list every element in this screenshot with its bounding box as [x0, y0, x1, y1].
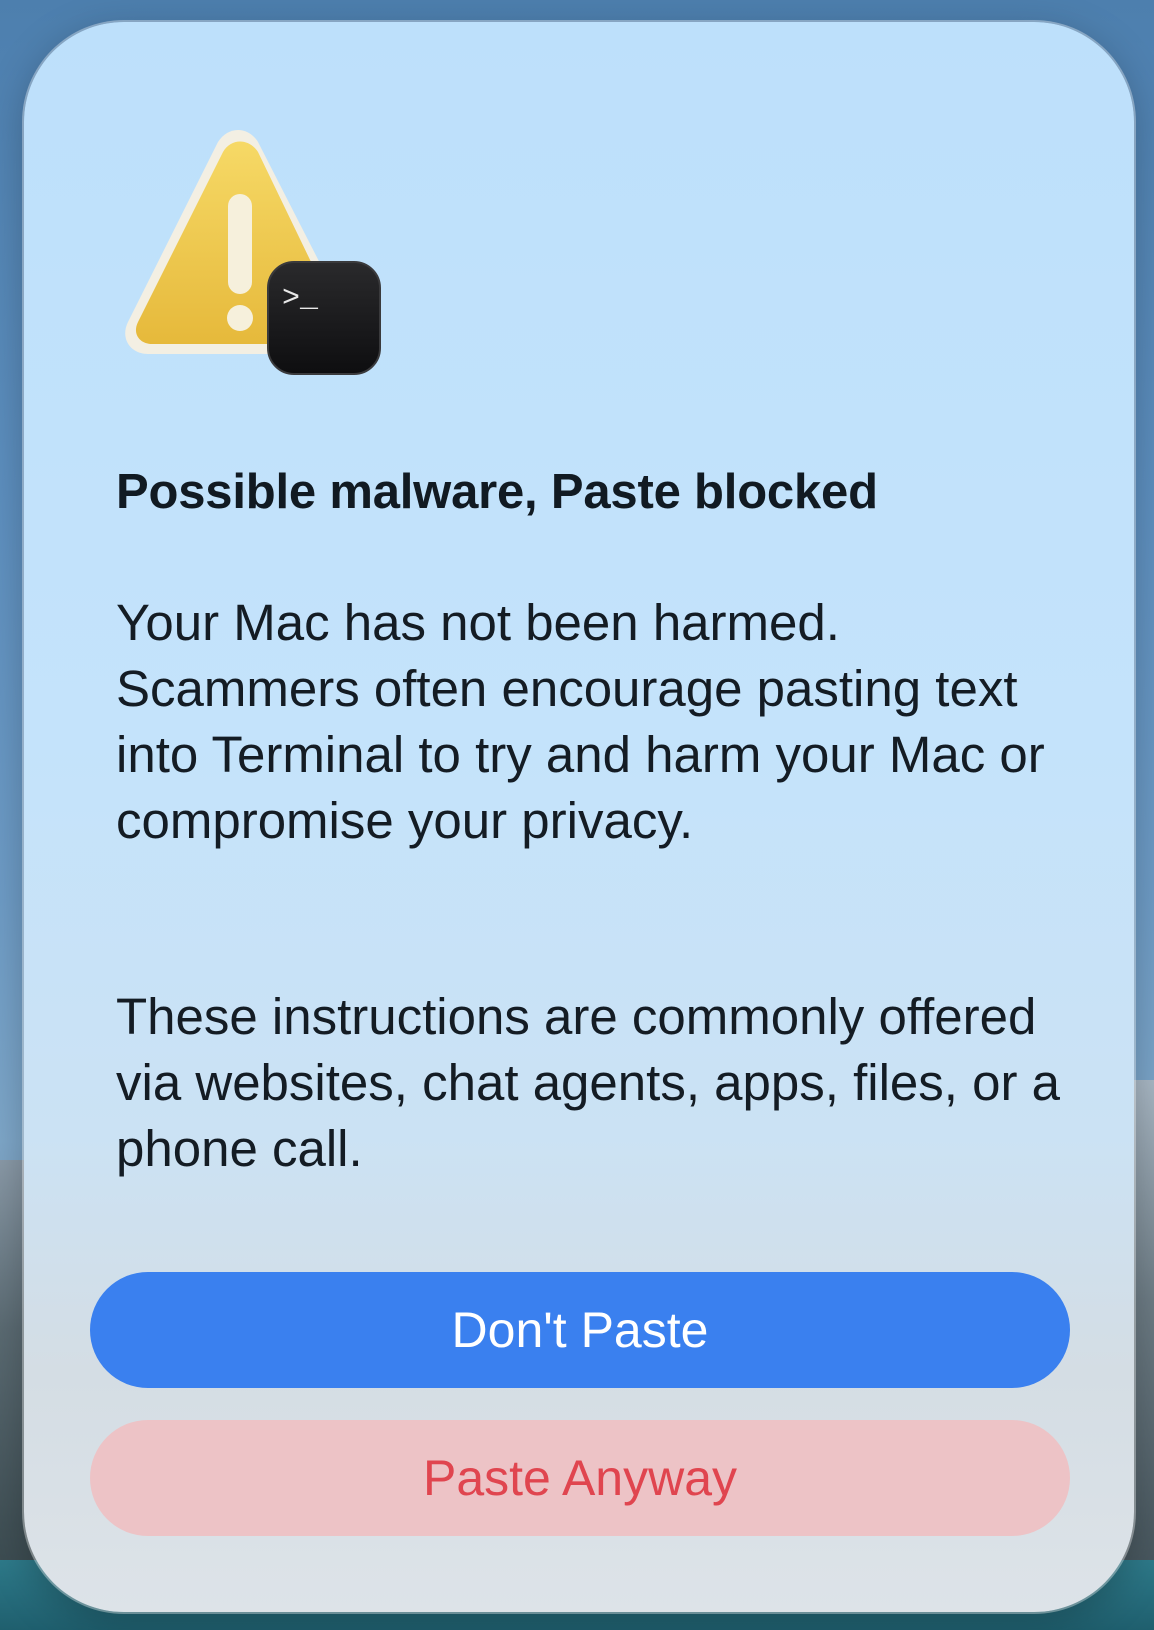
terminal-app-icon: >_: [267, 261, 381, 375]
dont-paste-button-label: Don't Paste: [451, 1302, 709, 1358]
dialog-title: Possible malware, Paste blocked: [116, 465, 878, 519]
dialog-message-paragraph: These instructions are commonly offered …: [116, 988, 1060, 1177]
warning-icon-with-terminal-badge: >_: [120, 122, 390, 392]
warning-triangle-icon: >_: [125, 130, 381, 375]
dialog-message-paragraph: Your Mac has not been harmed. Scammers o…: [116, 594, 1045, 849]
dont-paste-button[interactable]: Don't Paste: [90, 1272, 1070, 1388]
paste-anyway-button-label: Paste Anyway: [422, 1450, 738, 1506]
paste-blocked-dialog: >_ Possible malware, Paste blocked Your …: [24, 22, 1134, 1612]
paste-anyway-button[interactable]: Paste Anyway: [90, 1420, 1070, 1536]
svg-text:>_: >_: [282, 282, 319, 316]
